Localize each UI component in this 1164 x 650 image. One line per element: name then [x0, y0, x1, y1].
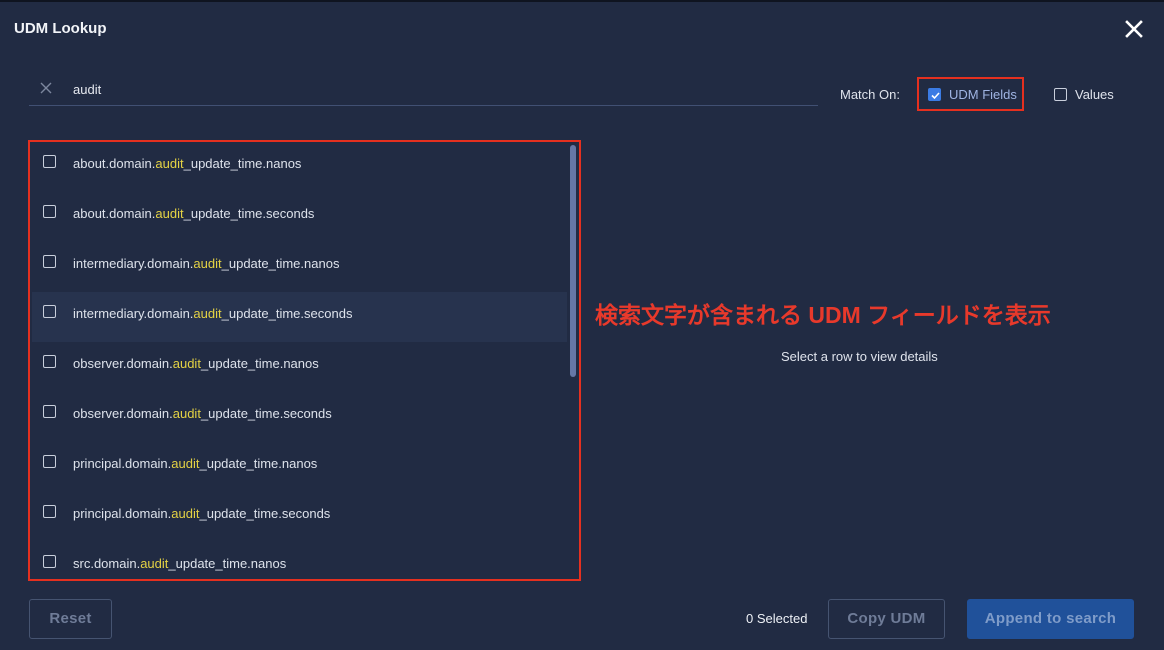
values-label[interactable]: Values — [1075, 87, 1114, 102]
field-name: intermediary.domain.audit_update_time.se… — [73, 306, 352, 321]
udm-fields-label[interactable]: UDM Fields — [949, 87, 1017, 102]
field-name: intermediary.domain.audit_update_time.na… — [73, 256, 339, 271]
field-suffix: _update_time.seconds — [183, 206, 315, 221]
clear-search-button[interactable] — [39, 81, 53, 95]
list-item[interactable]: intermediary.domain.audit_update_time.na… — [32, 242, 567, 292]
row-checkbox[interactable] — [43, 355, 56, 368]
field-name: about.domain.audit_update_time.nanos — [73, 156, 301, 171]
clear-icon — [40, 82, 52, 94]
checkmark-icon — [931, 92, 940, 100]
field-prefix: intermediary.domain. — [73, 306, 194, 321]
field-suffix: _update_time.seconds — [199, 506, 331, 521]
close-button[interactable] — [1122, 17, 1146, 41]
field-prefix: intermediary.domain. — [73, 256, 194, 271]
field-prefix: about.domain. — [73, 206, 156, 221]
list-item[interactable]: about.domain.audit_update_time.seconds — [32, 192, 567, 242]
reset-button[interactable]: Reset — [29, 599, 112, 639]
window-top-edge — [0, 0, 1164, 2]
match-highlight: audit — [155, 156, 184, 171]
list-item[interactable]: principal.domain.audit_update_time.secon… — [32, 492, 567, 542]
annotation-text: 検索文字が含まれる UDM フィールドを表示 — [595, 302, 1051, 328]
match-highlight: audit — [171, 456, 200, 471]
match-highlight: audit — [193, 256, 222, 271]
field-suffix: _update_time.nanos — [221, 256, 340, 271]
field-suffix: _update_time.seconds — [221, 306, 353, 321]
field-prefix: observer.domain. — [73, 356, 173, 371]
search-field — [29, 72, 818, 106]
field-suffix: _update_time.nanos — [168, 556, 287, 571]
list-item[interactable]: observer.domain.audit_update_time.nanos — [32, 342, 567, 392]
close-icon — [1125, 20, 1143, 38]
list-scrollbar[interactable] — [570, 145, 576, 377]
details-empty-message: Select a row to view details — [781, 349, 938, 364]
field-suffix: _update_time.seconds — [200, 406, 332, 421]
row-checkbox[interactable] — [43, 505, 56, 518]
field-name: observer.domain.audit_update_time.second… — [73, 406, 332, 421]
field-prefix: about.domain. — [73, 156, 156, 171]
match-highlight: audit — [155, 206, 184, 221]
field-name: src.domain.audit_update_time.nanos — [73, 556, 286, 571]
row-checkbox[interactable] — [43, 305, 56, 318]
values-checkbox[interactable] — [1054, 88, 1067, 101]
row-checkbox[interactable] — [43, 455, 56, 468]
list-item[interactable]: observer.domain.audit_update_time.second… — [32, 392, 567, 442]
dialog-title: UDM Lookup — [14, 20, 107, 37]
list-item[interactable]: about.domain.audit_update_time.nanos — [32, 142, 567, 192]
field-name: observer.domain.audit_update_time.nanos — [73, 356, 319, 371]
field-suffix: _update_time.nanos — [183, 156, 302, 171]
match-highlight: audit — [172, 356, 201, 371]
append-to-search-button[interactable]: Append to search — [967, 599, 1134, 639]
row-checkbox[interactable] — [43, 155, 56, 168]
search-input[interactable] — [73, 78, 773, 100]
row-checkbox[interactable] — [43, 555, 56, 568]
match-highlight: audit — [193, 306, 222, 321]
field-name: principal.domain.audit_update_time.nanos — [73, 456, 317, 471]
match-on-label: Match On: — [840, 87, 900, 102]
field-prefix: principal.domain. — [73, 456, 172, 471]
field-name: principal.domain.audit_update_time.secon… — [73, 506, 330, 521]
field-suffix: _update_time.nanos — [200, 356, 319, 371]
udm-fields-checkbox[interactable] — [928, 88, 941, 101]
row-checkbox[interactable] — [43, 405, 56, 418]
selected-count: 0 Selected — [746, 611, 808, 626]
field-prefix: principal.domain. — [73, 506, 172, 521]
list-item[interactable]: src.domain.audit_update_time.nanos — [32, 542, 567, 579]
field-prefix: observer.domain. — [73, 406, 173, 421]
field-prefix: src.domain. — [73, 556, 141, 571]
list-item[interactable]: intermediary.domain.audit_update_time.se… — [32, 292, 567, 342]
match-highlight: audit — [171, 506, 200, 521]
match-highlight: audit — [140, 556, 169, 571]
list-item[interactable]: principal.domain.audit_update_time.nanos — [32, 442, 567, 492]
field-suffix: _update_time.nanos — [199, 456, 318, 471]
match-highlight: audit — [172, 406, 201, 421]
row-checkbox[interactable] — [43, 205, 56, 218]
copy-udm-button[interactable]: Copy UDM — [828, 599, 945, 639]
row-checkbox[interactable] — [43, 255, 56, 268]
field-name: about.domain.audit_update_time.seconds — [73, 206, 314, 221]
udm-field-list: about.domain.audit_update_time.nanos abou… — [28, 140, 581, 581]
